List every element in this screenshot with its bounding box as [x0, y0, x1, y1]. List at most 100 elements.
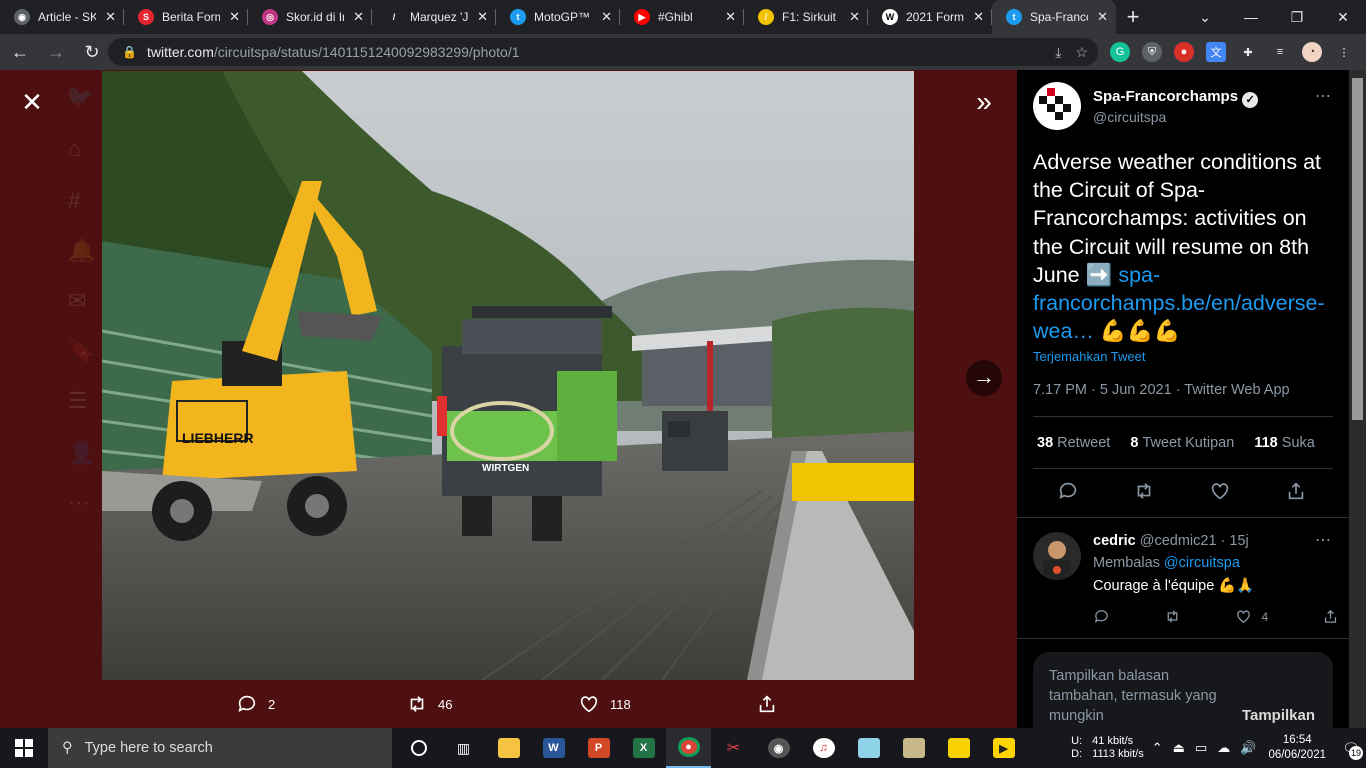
- cortana-icon[interactable]: [396, 728, 441, 768]
- show-more-replies-card: Tampilkan balasan tambahan, termasuk yan…: [1033, 652, 1333, 728]
- system-tray: U: 41 kbit/s D: 1113 kbit/s ⌃ ⏏ ▭ ☁ 🔊 16:5…: [1071, 728, 1366, 768]
- quotes-stat[interactable]: 8 Tweet Kutipan: [1130, 435, 1234, 451]
- retweet-action[interactable]: 46: [406, 693, 578, 715]
- cloud-icon[interactable]: ☁: [1217, 740, 1230, 756]
- close-tab-icon[interactable]: ✕: [601, 9, 612, 25]
- clock[interactable]: 16:54 06/06/2021: [1268, 733, 1326, 763]
- itunes-icon[interactable]: ♫: [801, 728, 846, 768]
- tweet-photo: LIEBHERR WIRTGEN: [102, 71, 914, 680]
- volume-icon[interactable]: 🔊: [1240, 740, 1256, 756]
- scanner-icon[interactable]: [891, 728, 936, 768]
- instagram-icon: ◎: [262, 9, 278, 25]
- install-app-icon[interactable]: ⤓: [1055, 44, 1061, 61]
- browser-tab[interactable]: ◎ Skor.id di In ✕: [248, 0, 372, 34]
- close-tab-icon[interactable]: ✕: [477, 9, 488, 25]
- retweet-icon[interactable]: [1164, 608, 1181, 625]
- close-tab-icon[interactable]: ✕: [973, 9, 984, 25]
- profile-avatar[interactable]: ◔: [1302, 42, 1322, 62]
- snipping-tool-icon[interactable]: ✂: [711, 728, 756, 768]
- restore-button[interactable]: ❐: [1274, 0, 1320, 34]
- reply-icon[interactable]: [1057, 480, 1079, 502]
- share-icon[interactable]: [1322, 608, 1339, 625]
- word-icon[interactable]: W: [531, 728, 576, 768]
- excel-icon[interactable]: X: [621, 728, 666, 768]
- file-explorer-icon[interactable]: [486, 728, 531, 768]
- menu-kebab-icon[interactable]: ⋮: [1334, 42, 1354, 62]
- reply-action[interactable]: 2: [236, 693, 406, 715]
- browser-tab[interactable]: W 2021 Formu ✕: [868, 0, 992, 34]
- reply-like-action[interactable]: 4: [1235, 608, 1268, 625]
- media-player-icon[interactable]: ◉: [756, 728, 801, 768]
- close-tab-icon[interactable]: ✕: [1097, 9, 1108, 25]
- expand-panel-button[interactable]: »: [968, 88, 1000, 118]
- likes-stat[interactable]: 118 Suka: [1254, 435, 1314, 451]
- app-icon[interactable]: [846, 728, 891, 768]
- reply-author-name[interactable]: cedric: [1093, 533, 1136, 549]
- browser-tab[interactable]: / Marquez 'Ju ✕: [372, 0, 496, 34]
- close-tab-icon[interactable]: ✕: [229, 9, 240, 25]
- browser-tab[interactable]: ▶ #Ghibl ✕: [620, 0, 744, 34]
- extensions-puzzle-icon[interactable]: ✚: [1238, 42, 1258, 62]
- action-center-button[interactable]: 🗨 19: [1336, 728, 1366, 768]
- new-tab-button[interactable]: +: [1116, 0, 1150, 34]
- bookmark-star-icon[interactable]: ☆: [1075, 44, 1088, 61]
- reply-icon[interactable]: [1093, 608, 1110, 625]
- usb-icon[interactable]: ⏏: [1173, 740, 1185, 756]
- minimize-button[interactable]: —: [1228, 0, 1274, 34]
- video-player-icon[interactable]: ▶: [981, 728, 1026, 768]
- chrome-icon[interactable]: ●: [666, 728, 711, 768]
- back-button[interactable]: ←: [4, 36, 36, 68]
- shield-icon[interactable]: ⛨: [1142, 42, 1162, 62]
- page-scrollbar[interactable]: [1349, 70, 1366, 728]
- translate-icon[interactable]: 文: [1206, 42, 1226, 62]
- media-control-icon[interactable]: ≡: [1270, 42, 1290, 62]
- tab-search-icon[interactable]: ⌄: [1182, 0, 1228, 34]
- reply-more-icon[interactable]: ⋯: [1315, 530, 1332, 550]
- replying-to-handle[interactable]: @circuitspa: [1164, 555, 1240, 571]
- powerpoint-icon[interactable]: P: [576, 728, 621, 768]
- forward-button[interactable]: →: [40, 36, 72, 68]
- heart-icon[interactable]: [1209, 480, 1231, 502]
- close-window-button[interactable]: ✕: [1320, 0, 1366, 34]
- tweet-timestamp[interactable]: 7.17 PM · 5 Jun 2021 · Twitter Web App: [1033, 382, 1290, 398]
- reply-avatar[interactable]: [1033, 532, 1081, 580]
- start-button[interactable]: [0, 728, 48, 768]
- sticky-notes-icon[interactable]: [936, 728, 981, 768]
- share-action[interactable]: [756, 693, 778, 715]
- like-action[interactable]: 118: [578, 693, 756, 715]
- retweets-stat[interactable]: 38 Retweet: [1037, 435, 1110, 451]
- author-handle[interactable]: @circuitspa: [1093, 109, 1166, 125]
- author-name[interactable]: Spa-Francorchamps ✓: [1093, 88, 1259, 108]
- reload-button[interactable]: ↻: [76, 36, 108, 68]
- photo-actions-bar: 2 46 118: [236, 694, 796, 714]
- browser-tab[interactable]: t MotoGP™ R ✕: [496, 0, 620, 34]
- show-more-replies-button[interactable]: Tampilkan: [1242, 706, 1315, 726]
- browser-tab[interactable]: ◉ Article - SK ✕: [0, 0, 124, 34]
- clock-time: 16:54: [1282, 734, 1312, 746]
- chevron-up-icon[interactable]: ⌃: [1152, 740, 1163, 756]
- scrollbar-thumb[interactable]: [1352, 78, 1363, 420]
- translate-tweet-link[interactable]: Terjemahkan Tweet: [1033, 349, 1146, 364]
- browser-tab[interactable]: / F1: Sirkuit S ✕: [744, 0, 868, 34]
- battery-icon[interactable]: ▭: [1195, 740, 1207, 756]
- close-tab-icon[interactable]: ✕: [725, 9, 736, 25]
- close-viewer-button[interactable]: ✕: [20, 89, 44, 115]
- tweet-more-icon[interactable]: ⋯: [1315, 86, 1332, 106]
- windows-taskbar: ⚲ Type here to search ▥ W P X ● ✂ ◉ ♫ ▶ …: [0, 728, 1366, 768]
- tweet-actions: [1057, 480, 1307, 502]
- lists-icon: ☰: [68, 388, 88, 413]
- spa-avatar[interactable]: [1033, 82, 1081, 130]
- grammarly-icon[interactable]: G: [1110, 42, 1130, 62]
- close-tab-icon[interactable]: ✕: [849, 9, 860, 25]
- retweet-icon[interactable]: [1133, 480, 1155, 502]
- browser-tab[interactable]: t Spa-Francor ✕: [992, 0, 1116, 34]
- close-tab-icon[interactable]: ✕: [353, 9, 364, 25]
- close-tab-icon[interactable]: ✕: [105, 9, 116, 25]
- share-icon[interactable]: [1285, 480, 1307, 502]
- address-bar[interactable]: 🔒 twitter.com/circuitspa/status/14011512…: [108, 38, 1098, 66]
- browser-tab[interactable]: S Berita Form ✕: [124, 0, 248, 34]
- next-photo-button[interactable]: →: [966, 360, 1002, 396]
- taskbar-search-box[interactable]: ⚲ Type here to search: [48, 728, 392, 768]
- task-view-icon[interactable]: ▥: [441, 728, 486, 768]
- adblock-icon[interactable]: ●: [1174, 42, 1194, 62]
